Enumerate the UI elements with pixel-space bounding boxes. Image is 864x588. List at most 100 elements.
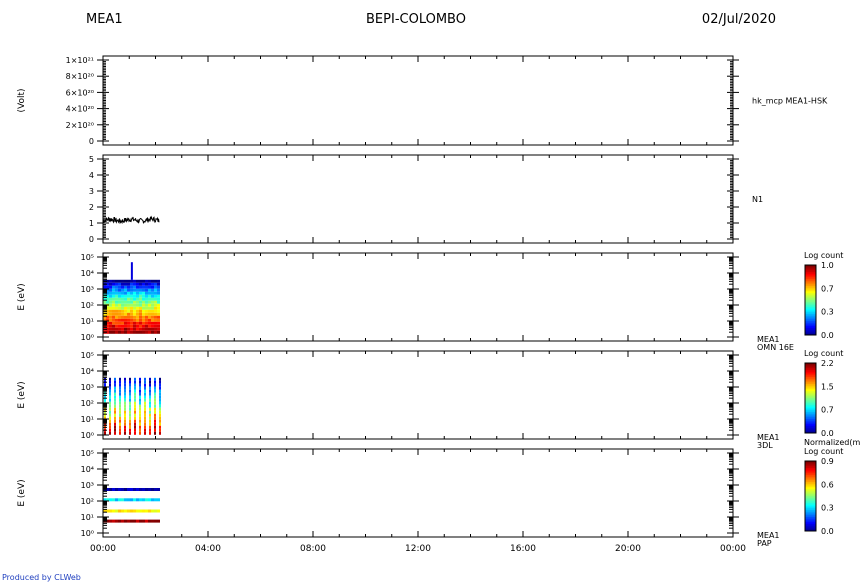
pap-band-cell (127, 519, 130, 523)
cell (112, 312, 115, 316)
cell (142, 315, 145, 319)
cell (114, 428, 116, 432)
cell (124, 318, 127, 322)
cell (154, 416, 156, 420)
cell (139, 431, 141, 435)
cell (148, 330, 151, 334)
cell (139, 291, 142, 295)
cell (149, 428, 151, 432)
pap-band-cell (118, 519, 121, 523)
y-tick-label: 10⁵ (81, 449, 94, 458)
cell (109, 383, 111, 387)
colorbar: Log count0.9 0.6 0.3 0.0 (804, 447, 843, 536)
cell (154, 327, 157, 331)
cell (157, 285, 160, 289)
cell (109, 318, 112, 322)
cell (154, 413, 156, 417)
cell (118, 291, 121, 295)
cell (139, 386, 141, 390)
cell (127, 312, 130, 316)
cell (104, 398, 106, 402)
cell (139, 419, 141, 423)
cell (129, 377, 131, 381)
pap-band-cell (127, 498, 130, 502)
cell (133, 321, 136, 325)
spectrogram (103, 487, 160, 523)
y-tick-label: 3 (89, 187, 94, 196)
y-tick-label: 10⁵ (81, 253, 94, 262)
y-tick-label: 0 (89, 137, 94, 146)
colorbar-tick-label: 0.3 (821, 308, 834, 317)
cell (130, 324, 133, 328)
colorbar-tick-label: 0.3 (821, 504, 834, 513)
cell (106, 300, 109, 304)
cell (109, 422, 111, 426)
cell (115, 321, 118, 325)
cell (121, 285, 124, 289)
cell (151, 318, 154, 322)
cell (112, 321, 115, 325)
cell (114, 401, 116, 405)
cell (118, 282, 121, 286)
cell (142, 285, 145, 289)
cell (145, 279, 148, 283)
footer-credit: Produced by CLWeb (2, 573, 81, 582)
plot-svg: MEA1 BEPI-COLOMBO 02/Jul/2020 1×10²¹ 8×10… (17, 12, 860, 554)
cell (159, 398, 161, 402)
cell (127, 294, 130, 298)
cell (118, 303, 121, 307)
cell (115, 312, 118, 316)
pap-band-cell (112, 498, 115, 502)
cell (133, 330, 136, 334)
minor-ticks (103, 355, 733, 431)
time-tick-label: 04:00 (195, 544, 221, 554)
cell (136, 303, 139, 307)
cell (118, 327, 121, 331)
cell (114, 425, 116, 429)
cell (118, 279, 121, 283)
cell (151, 327, 154, 331)
cell (119, 413, 121, 417)
cell (139, 321, 142, 325)
pap-band-cell (121, 498, 124, 502)
chart-stage: MEA1 BEPI-COLOMBO 02/Jul/2020 1×10²¹ 8×10… (0, 0, 864, 584)
cell (142, 312, 145, 316)
cell (139, 383, 141, 387)
cell (148, 327, 151, 331)
y-axis-label: E (eV) (17, 381, 27, 408)
cell (151, 300, 154, 304)
cell (139, 416, 141, 420)
cell (115, 282, 118, 286)
cell (139, 401, 141, 405)
cell (157, 327, 160, 331)
cell (139, 282, 142, 286)
pap-band-cell (145, 498, 148, 502)
cell (145, 318, 148, 322)
cell (157, 294, 160, 298)
cell (109, 315, 112, 319)
cell (124, 288, 127, 292)
cell (133, 315, 136, 319)
cell (129, 386, 131, 390)
cell (121, 327, 124, 331)
cell (121, 321, 124, 325)
cell (109, 282, 112, 286)
cell (148, 294, 151, 298)
cell (109, 330, 112, 334)
cell (151, 309, 154, 313)
cell (133, 297, 136, 301)
cell (119, 410, 121, 414)
cell (151, 282, 154, 286)
cell (136, 324, 139, 328)
y-tick-label: 10¹ (81, 317, 94, 326)
cell (157, 318, 160, 322)
cell (144, 398, 146, 402)
cell (159, 431, 161, 435)
pap-band-cell (145, 509, 148, 513)
cell (139, 294, 142, 298)
cell (109, 413, 111, 417)
cell (129, 392, 131, 396)
cell (124, 303, 127, 307)
cell (159, 395, 161, 399)
cell (124, 392, 126, 396)
